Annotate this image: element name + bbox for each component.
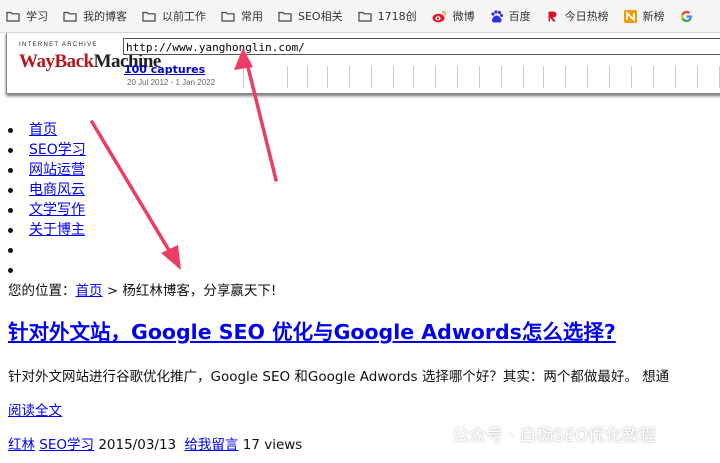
- capture-date-range: 20 Jul 2012 - 1 Jan 2022: [127, 78, 216, 87]
- bookmark-baidu[interactable]: 百度: [484, 4, 537, 28]
- nav-item-empty: [0, 260, 86, 280]
- wayback-toolbar: INTERNET ARCHIVE WayBackMachine http://w…: [6, 33, 720, 94]
- nav-item-writing: 文学写作: [0, 200, 86, 220]
- bookmark-label: 常用: [241, 10, 263, 23]
- nav-item-empty: [0, 240, 86, 260]
- bookmark-past-work[interactable]: 以前工作: [136, 4, 212, 28]
- folder-icon: [63, 11, 77, 22]
- view-count: 17 views: [242, 437, 303, 453]
- read-more-link[interactable]: 阅读全文: [8, 403, 62, 419]
- bookmark-xinbang[interactable]: 新榜: [618, 4, 671, 28]
- nav-link-home[interactable]: 首页: [29, 122, 57, 138]
- breadcrumb-separator: >: [102, 283, 123, 299]
- nav-item-seo: SEO学习: [0, 140, 86, 160]
- capture-sparkline[interactable]: [243, 63, 720, 89]
- folder-icon: [142, 11, 156, 22]
- nav-item-home: 首页: [0, 120, 86, 140]
- bookmark-weibo[interactable]: 微博: [426, 4, 481, 28]
- arrow-to-content: [90, 120, 181, 270]
- nav-link-writing[interactable]: 文学写作: [29, 202, 85, 218]
- nav-link-operations[interactable]: 网站运营: [29, 162, 85, 178]
- weibo-icon: [432, 10, 446, 22]
- post-excerpt: 针对外文网站进行谷歌优化推广，Google SEO 和Google Adword…: [8, 369, 670, 385]
- bookmark-my-blog[interactable]: 我的博客: [57, 4, 133, 28]
- bookmark-1718[interactable]: 1718创: [352, 4, 423, 28]
- captures-link[interactable]: 100 captures: [124, 63, 205, 76]
- folder-icon: [357, 11, 372, 22]
- wayback-logo-way: WayBack: [19, 51, 94, 72]
- post-date: 2015/03/13: [98, 437, 177, 453]
- category-link[interactable]: SEO学习: [39, 437, 94, 453]
- site-nav: 首页 SEO学习 网站运营 电商风云 文学写作 关于博主: [0, 120, 86, 280]
- wayback-url-input[interactable]: http://www.yanghonglin.com/: [123, 38, 720, 55]
- bookmark-rebang[interactable]: 今日热榜: [540, 4, 615, 28]
- bookmarks-bar: 学习 我的博客 以前工作 常用 SEO相关 1718创 微博 百度 今日热榜 新…: [0, 0, 720, 33]
- post-title: 针对外文站，Google SEO 优化与Google Adwords怎么选择?: [8, 317, 616, 347]
- bookmark-label: 以前工作: [162, 10, 206, 23]
- bookmark-label: SEO相关: [298, 10, 343, 23]
- baidu-icon: [490, 9, 503, 22]
- author-link[interactable]: 红林: [8, 437, 35, 453]
- bookmark-xuexi[interactable]: 学习: [0, 4, 54, 28]
- folder-icon: [278, 11, 292, 22]
- bookmark-label: 新榜: [642, 10, 665, 23]
- post-meta: 红林 SEO学习 2015/03/13 给我留言 17 views: [8, 434, 306, 456]
- google-icon: [680, 10, 692, 22]
- folder-icon: [6, 11, 20, 22]
- bookmark-label: 我的博客: [83, 10, 127, 23]
- bookmark-label: 1718创: [377, 10, 417, 23]
- nav-link-seo[interactable]: SEO学习: [29, 142, 86, 158]
- watermark-text: 公众号 · 白杨SEO优化教程: [452, 426, 657, 446]
- rebang-icon: [545, 9, 559, 23]
- breadcrumb-prefix: 您的位置：: [8, 283, 76, 299]
- comment-link[interactable]: 给我留言: [184, 437, 238, 453]
- bookmark-common[interactable]: 常用: [215, 4, 269, 28]
- bookmark-seo[interactable]: SEO相关: [272, 4, 349, 28]
- breadcrumb: 您的位置：首页 > 杨红林博客，分享赢天下!: [8, 281, 276, 301]
- xinbang-icon: [623, 9, 637, 23]
- nav-item-about: 关于博主: [0, 220, 86, 240]
- bookmark-label: 学习: [26, 10, 48, 23]
- nav-item-ecommerce: 电商风云: [0, 180, 86, 200]
- read-more: 阅读全文: [8, 400, 62, 422]
- internet-archive-label: INTERNET ARCHIVE: [19, 42, 98, 48]
- breadcrumb-current: 杨红林博客，分享赢天下!: [122, 283, 277, 299]
- bookmark-google[interactable]: [674, 4, 705, 28]
- bookmark-label: 微博: [452, 10, 475, 23]
- post-title-link[interactable]: 针对外文站，Google SEO 优化与Google Adwords怎么选择?: [8, 320, 616, 344]
- breadcrumb-home-link[interactable]: 首页: [76, 283, 103, 299]
- nav-item-operations: 网站运营: [0, 160, 86, 180]
- nav-link-ecommerce[interactable]: 电商风云: [29, 182, 85, 198]
- bookmark-label: 今日热榜: [564, 10, 609, 23]
- bookmark-label: 百度: [508, 10, 531, 23]
- wechat-icon: [418, 423, 443, 442]
- watermark: 公众号 · 白杨SEO优化教程: [418, 421, 656, 446]
- folder-icon: [221, 11, 235, 22]
- nav-link-about[interactable]: 关于博主: [29, 222, 85, 238]
